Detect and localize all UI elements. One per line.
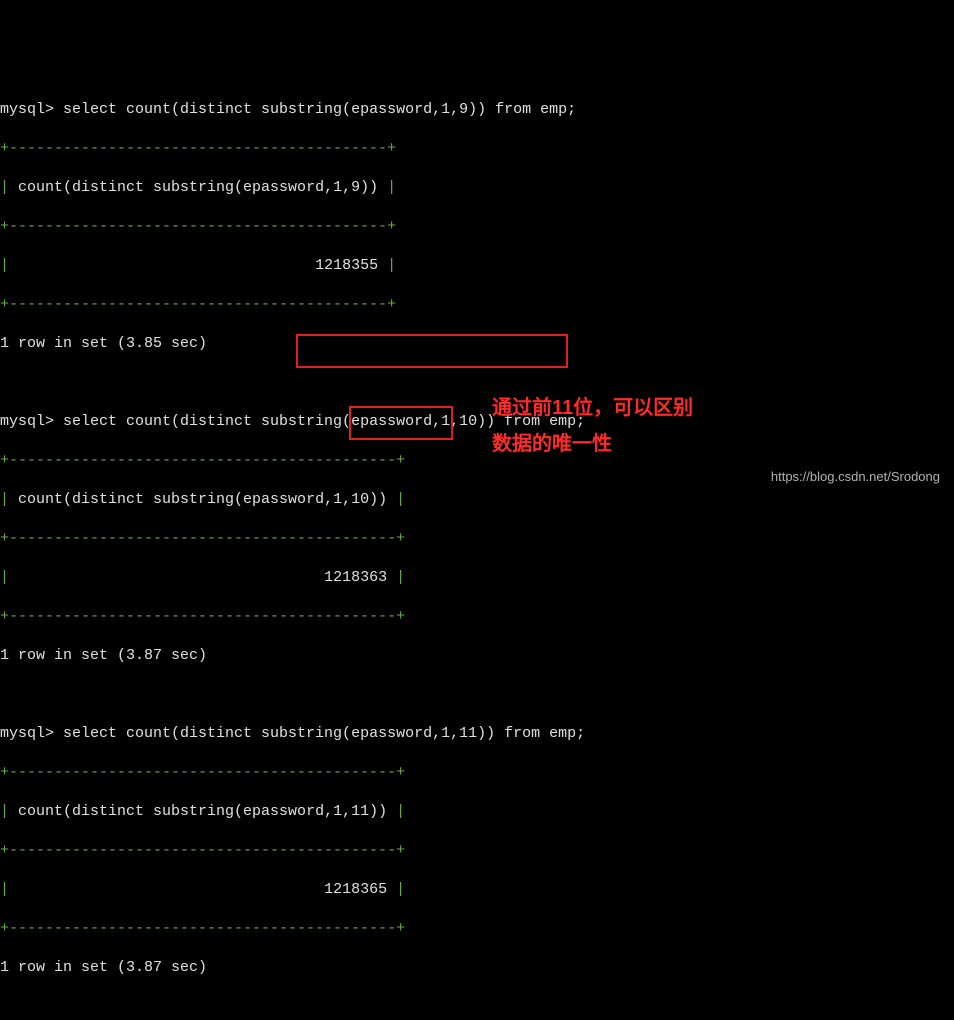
- table-pipe: |: [387, 881, 405, 898]
- column-header-1: count(distinct substring(epassword,1,9)): [18, 179, 378, 196]
- mysql-prompt: mysql>: [0, 725, 63, 742]
- result-value-1: 1218355: [315, 257, 378, 274]
- column-header-2: count(distinct substring(epassword,1,10)…: [18, 491, 387, 508]
- table-border: +---------------------------------------…: [0, 451, 954, 471]
- status-line-1: 1 row in set (3.85 sec): [0, 334, 954, 354]
- table-border: +---------------------------------------…: [0, 295, 954, 315]
- table-border: +---------------------------------------…: [0, 139, 954, 159]
- table-pipe: |: [378, 257, 396, 274]
- status-line-2: 1 row in set (3.87 sec): [0, 646, 954, 666]
- table-border: +---------------------------------------…: [0, 763, 954, 783]
- mysql-prompt: mysql>: [0, 101, 63, 118]
- table-pipe: |: [0, 569, 324, 586]
- table-pipe: |: [0, 491, 18, 508]
- sql-query-1: select count(distinct substring(epasswor…: [63, 101, 576, 118]
- status-line-3: 1 row in set (3.87 sec): [0, 958, 954, 978]
- annotation-text: 通过前11位，可以区别 数据的唯一性: [492, 390, 693, 462]
- mysql-prompt: mysql>: [0, 413, 63, 430]
- result-value-3: 1218365: [324, 881, 387, 898]
- table-pipe: |: [387, 569, 405, 586]
- table-border: +---------------------------------------…: [0, 217, 954, 237]
- sql-query-3: select count(distinct substring(epasswor…: [63, 725, 585, 742]
- table-pipe: |: [0, 881, 324, 898]
- table-border: +---------------------------------------…: [0, 841, 954, 861]
- table-border: +---------------------------------------…: [0, 919, 954, 939]
- table-border: +---------------------------------------…: [0, 529, 954, 549]
- table-pipe: |: [387, 491, 405, 508]
- column-header-3: count(distinct substring(epassword,1,11)…: [18, 803, 387, 820]
- table-pipe: |: [378, 179, 396, 196]
- watermark: https://blog.csdn.net/Srodong: [771, 469, 940, 486]
- table-pipe: |: [0, 257, 315, 274]
- annotation-line-2: 数据的唯一性: [492, 426, 693, 462]
- result-value-2: 1218363: [324, 569, 387, 586]
- table-pipe: |: [0, 803, 18, 820]
- table-border: +---------------------------------------…: [0, 607, 954, 627]
- table-pipe: |: [387, 803, 405, 820]
- table-pipe: |: [0, 179, 18, 196]
- terminal-output[interactable]: mysql> select count(distinct substring(e…: [0, 78, 954, 1020]
- annotation-line-1: 通过前11位，可以区别: [492, 390, 693, 426]
